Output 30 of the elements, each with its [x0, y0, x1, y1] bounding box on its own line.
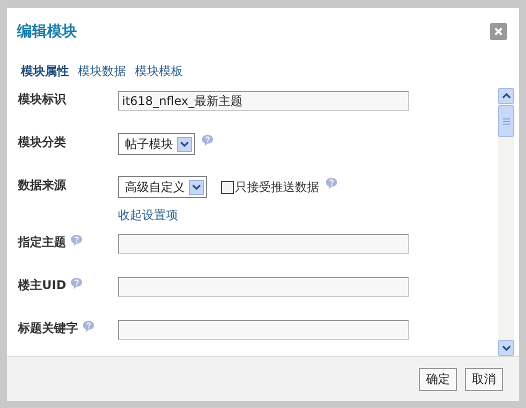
help-icon[interactable]	[70, 234, 83, 247]
help-icon[interactable]	[70, 277, 84, 290]
tab[interactable]: 模块数据	[78, 63, 126, 83]
checkbox[interactable]	[221, 180, 234, 194]
dialog-button[interactable]: 取消	[465, 368, 503, 390]
help-icon[interactable]	[325, 177, 338, 190]
grip-icon	[502, 118, 510, 124]
field-label: 标题关键字	[18, 320, 78, 337]
tab[interactable]: 模块模板	[135, 63, 183, 83]
field-label: 楼主UID	[18, 277, 66, 294]
input-field[interactable]	[118, 320, 409, 340]
collapse-settings-link[interactable]: 收起设置项	[118, 206, 178, 224]
dropdown[interactable]: 高级自定义	[118, 176, 207, 198]
field-label: 模块分类	[18, 134, 66, 151]
input-field[interactable]: it618_nflex_最新主题	[118, 91, 409, 111]
input-field[interactable]	[118, 277, 409, 297]
field-label: 数据来源	[18, 177, 66, 194]
dialog-button[interactable]: 确定	[419, 368, 457, 390]
field-label: 指定主题	[18, 234, 66, 251]
close-button[interactable]	[490, 22, 507, 40]
field-label: 模块标识	[18, 91, 66, 108]
checkbox-label: 只接受推送数据	[235, 178, 319, 196]
dropdown[interactable]: 帖子模块	[118, 133, 195, 155]
help-icon[interactable]	[82, 320, 95, 333]
help-icon[interactable]	[201, 134, 214, 147]
input-field[interactable]	[118, 234, 409, 254]
tab[interactable]: 模块属性	[21, 63, 69, 83]
scrollbar[interactable]	[498, 88, 514, 356]
dialog-title: 编辑模块	[17, 22, 77, 40]
close-icon	[494, 26, 503, 36]
